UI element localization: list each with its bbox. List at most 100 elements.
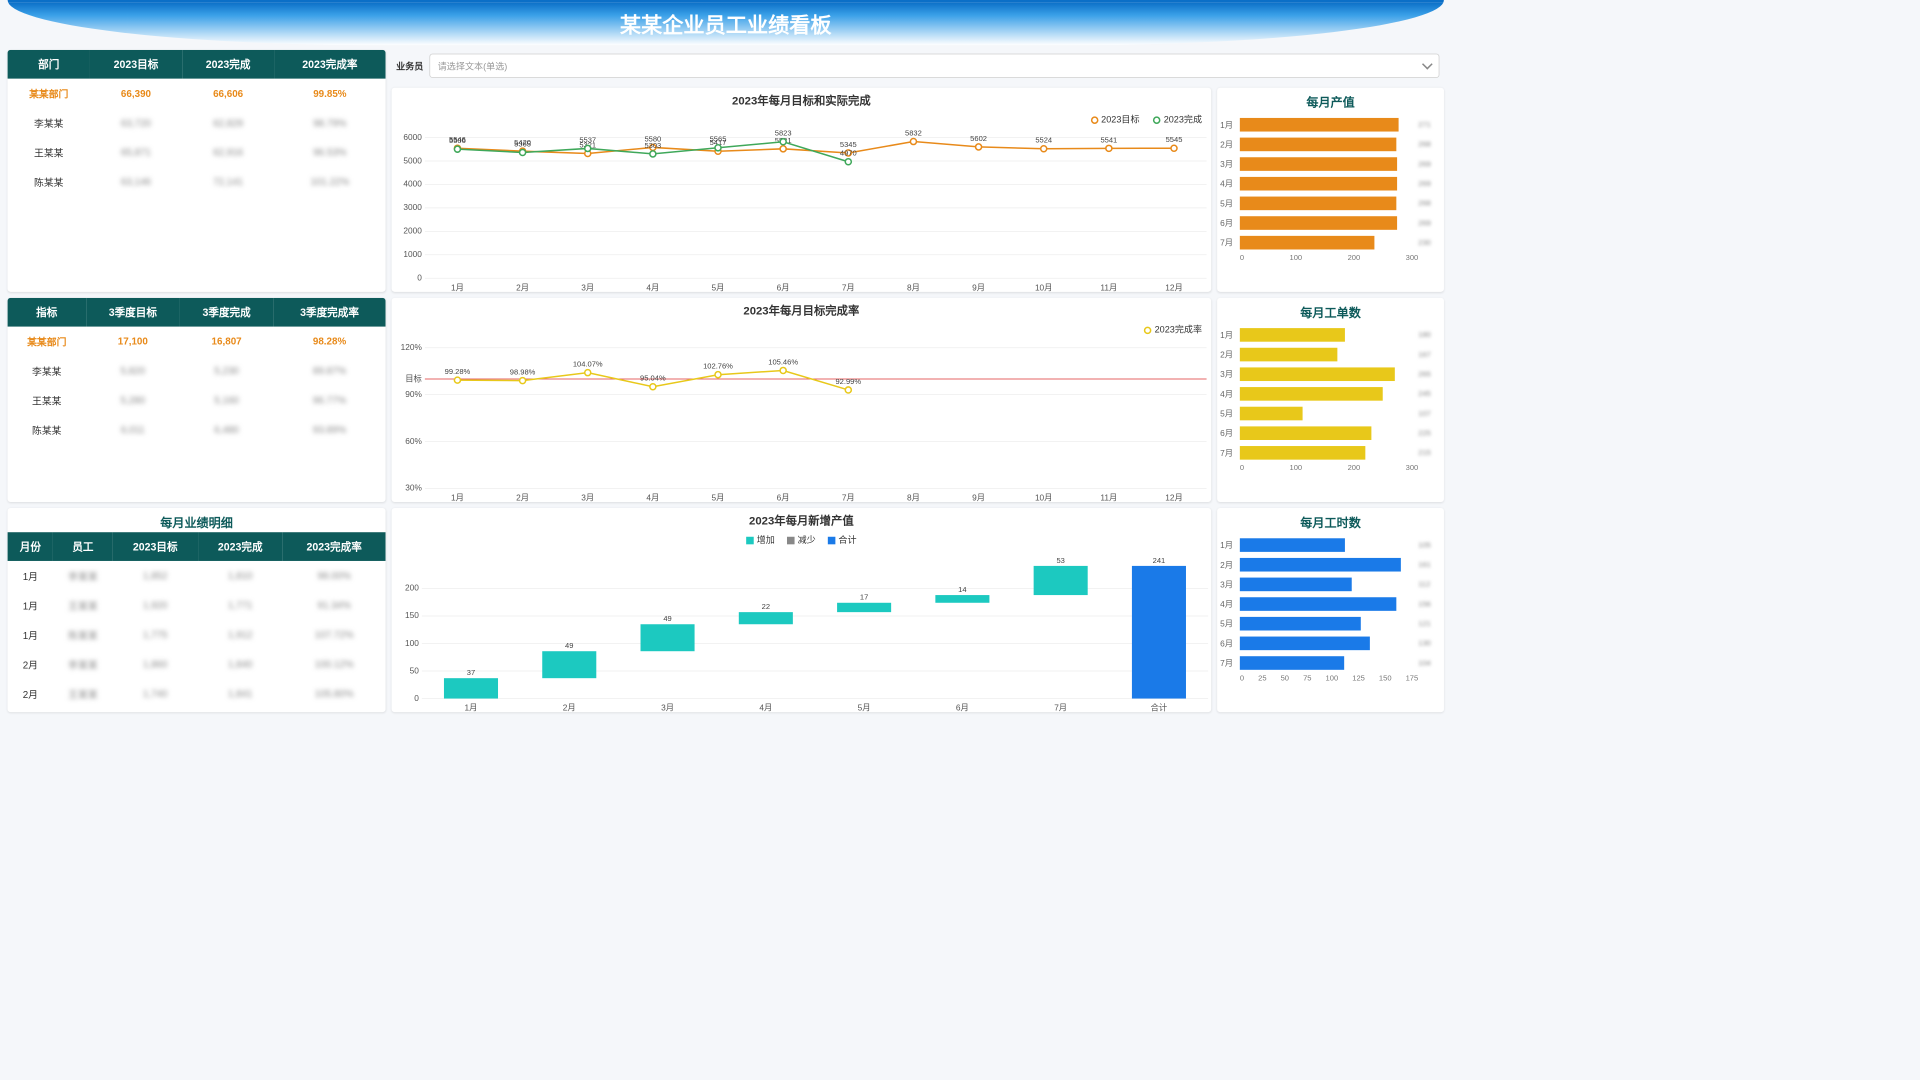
chart-title: 2023年每月目标完成率 <box>392 298 1212 323</box>
svg-text:2月: 2月 <box>563 703 576 713</box>
bar-row: 6月269 <box>1220 213 1438 233</box>
svg-text:5541: 5541 <box>1100 135 1117 144</box>
table-row: 某某部门66,39066,60699.85% <box>8 79 386 108</box>
svg-text:90%: 90% <box>405 389 422 399</box>
bar-row: 7月230 <box>1220 233 1438 253</box>
svg-text:10月: 10月 <box>1035 282 1053 292</box>
svg-text:2月: 2月 <box>516 282 529 292</box>
svg-text:5545: 5545 <box>1166 135 1183 144</box>
th: 2023完成 <box>182 50 274 79</box>
filter-select[interactable]: 请选择文本(单选) <box>429 54 1439 78</box>
page-title: 某某企业员工业绩看板 <box>620 9 832 39</box>
svg-text:104.07%: 104.07% <box>573 360 603 369</box>
svg-text:3000: 3000 <box>403 202 422 212</box>
page-title-bar: 某某企业员工业绩看板 <box>8 0 1444 45</box>
svg-text:5月: 5月 <box>712 282 725 292</box>
svg-text:1000: 1000 <box>403 249 422 259</box>
panel-monthly-detail: 每月业绩明细 月份 员工 2023目标 2023完成 2023完成率 1月李某某… <box>8 508 386 712</box>
th: 3季度完成 <box>180 298 274 327</box>
chart-title: 2023年每月目标和实际完成 <box>392 88 1212 113</box>
svg-text:6月: 6月 <box>777 282 790 292</box>
svg-text:4000: 4000 <box>403 179 422 189</box>
table-row: 某某部门17,10016,80798.28% <box>8 327 386 356</box>
chart-legend: 2023目标 2023完成 <box>392 113 1212 127</box>
table-row: 2月李某某1,8601,840100.12% <box>8 649 386 678</box>
bar-row: 5月121 <box>1220 614 1438 634</box>
th: 2023完成 <box>198 532 283 561</box>
svg-text:6月: 6月 <box>777 492 790 502</box>
svg-text:5000: 5000 <box>403 155 422 165</box>
bar-row: 6月225 <box>1220 423 1438 443</box>
bar-row: 6月130 <box>1220 634 1438 654</box>
svg-text:241: 241 <box>1153 556 1166 565</box>
svg-text:1月: 1月 <box>451 282 464 292</box>
svg-text:6000: 6000 <box>403 132 422 142</box>
svg-text:37: 37 <box>467 668 475 677</box>
th: 3季度完成率 <box>273 298 385 327</box>
svg-text:95.04%: 95.04% <box>640 374 666 383</box>
svg-text:7月: 7月 <box>842 282 855 292</box>
svg-text:4月: 4月 <box>759 703 772 713</box>
svg-text:11月: 11月 <box>1100 282 1117 292</box>
svg-text:7月: 7月 <box>1054 703 1067 713</box>
bar-row: 5月107 <box>1220 404 1438 424</box>
panel-q3-summary: 指标 3季度目标 3季度完成 3季度完成率 某某部门17,10016,80798… <box>8 298 386 502</box>
chart-title: 每月工单数 <box>1217 298 1444 322</box>
chart-monthly-target-actual: 2023年每月目标和实际完成 2023目标 2023完成 0 1000 2000 30… <box>392 88 1212 292</box>
th: 月份 <box>8 532 54 561</box>
svg-text:14: 14 <box>958 585 966 594</box>
svg-text:11月: 11月 <box>1100 492 1117 502</box>
table-row: 李某某5,8205,23089.87% <box>8 356 386 385</box>
svg-text:0: 0 <box>417 272 422 282</box>
chart-monthly-orders: 每月工单数 1月1802月1673月2654月2455月1076月2257月21… <box>1217 298 1444 502</box>
table-row: 1月李某某1,8521,81098.00% <box>8 561 386 590</box>
svg-text:5345: 5345 <box>840 140 857 149</box>
svg-text:49: 49 <box>565 641 573 650</box>
table-row: 1月王某某1,9201,77191.34% <box>8 590 386 619</box>
svg-text:120%: 120% <box>401 342 423 352</box>
panel-dept-summary: 部门 2023目标 2023完成 2023完成率 某某部门66,39066,60… <box>8 50 386 292</box>
svg-text:3月: 3月 <box>581 282 594 292</box>
svg-text:1月: 1月 <box>451 492 464 502</box>
chart-legend: 2023完成率 <box>392 323 1212 337</box>
svg-text:60%: 60% <box>405 436 422 446</box>
bar-row: 7月215 <box>1220 443 1438 463</box>
filter-row: 业务员 请选择文本(单选) <box>392 50 1444 82</box>
table-row: 李某某63,72062,82998.79% <box>8 108 386 137</box>
bar-row: 3月112 <box>1220 575 1438 595</box>
svg-text:6月: 6月 <box>956 703 969 713</box>
bar-row: 3月265 <box>1220 364 1438 384</box>
bar-row: 4月269 <box>1220 174 1438 194</box>
table-row: 陈某某6,0116,48093.89% <box>8 415 386 444</box>
chart-monthly-rate: 2023年每月目标完成率 2023完成率 30%60%90%120%目标1月2月… <box>392 298 1212 502</box>
bar-row: 3月269 <box>1220 154 1438 174</box>
chart-legend: 增加 减少 合计 <box>392 533 1212 547</box>
bar-row: 5月268 <box>1220 194 1438 214</box>
svg-text:22: 22 <box>762 602 770 611</box>
chart-new-value-waterfall: 2023年每月新增产值 增加 减少 合计 050100150200371月492… <box>392 508 1212 712</box>
chart-title: 每月工时数 <box>1217 508 1444 532</box>
table-row: 王某某65,87162,91696.53% <box>8 138 386 167</box>
bar-row: 2月167 <box>1220 345 1438 365</box>
table-row: 王某某5,2805,16096.77% <box>8 386 386 415</box>
svg-text:3月: 3月 <box>661 703 674 713</box>
th: 2023完成率 <box>274 50 385 79</box>
svg-text:2月: 2月 <box>516 492 529 502</box>
svg-text:5506: 5506 <box>449 136 466 145</box>
th: 部门 <box>8 50 90 79</box>
svg-text:5537: 5537 <box>579 135 596 144</box>
svg-text:5823: 5823 <box>775 130 792 138</box>
bar-row: 1月105 <box>1220 535 1438 555</box>
th: 2023目标 <box>113 532 198 561</box>
table-monthly-detail: 月份 员工 2023目标 2023完成 2023完成率 1月李某某1,8521,… <box>8 532 386 712</box>
th: 指标 <box>8 298 86 327</box>
svg-text:12月: 12月 <box>1165 492 1183 502</box>
svg-text:102.76%: 102.76% <box>703 362 733 371</box>
svg-text:53: 53 <box>1056 556 1064 565</box>
svg-text:2000: 2000 <box>403 226 422 236</box>
table-dept-summary: 部门 2023目标 2023完成 2023完成率 某某部门66,39066,60… <box>8 50 386 197</box>
th: 3季度目标 <box>86 298 180 327</box>
svg-text:3月: 3月 <box>581 492 594 502</box>
svg-text:200: 200 <box>405 583 419 593</box>
svg-text:9月: 9月 <box>972 492 985 502</box>
